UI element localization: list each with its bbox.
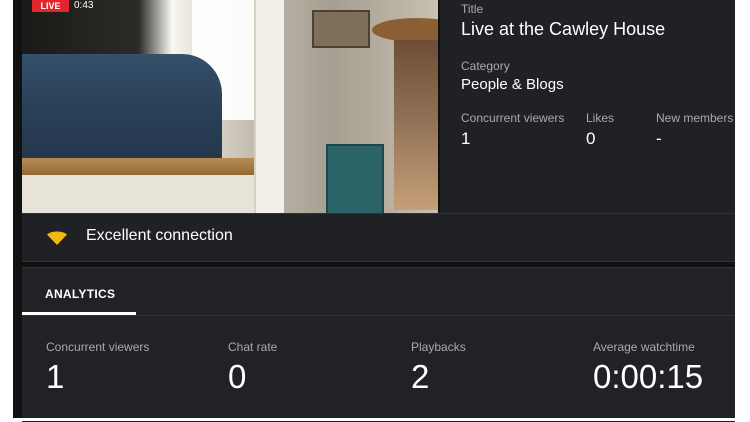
metric-value: 0 <box>228 358 247 395</box>
likes-value: 0 <box>586 129 596 148</box>
wifi-icon <box>47 231 67 245</box>
metric-label: Concurrent viewers <box>46 340 150 354</box>
video-preview[interactable] <box>22 0 438 213</box>
wood-tower <box>394 40 438 210</box>
person-legs <box>22 54 222 160</box>
metric-label: Average watchtime <box>593 340 695 354</box>
analytics-panel: ANALYTICS Concurrent viewers 1 Chat rate… <box>22 267 735 422</box>
stream-timer: 0:43 <box>74 0 94 11</box>
title-label: Title <box>461 2 484 16</box>
live-badge: LIVE <box>32 0 69 12</box>
title-value: Live at the Cawley House <box>461 19 666 39</box>
white-step <box>22 175 272 213</box>
new-members-value: - <box>656 129 662 148</box>
door-frame <box>254 0 284 213</box>
stream-details-panel: Title Live at the Cawley House Category … <box>440 0 735 213</box>
metric-label: Playbacks <box>411 340 466 354</box>
metric-value: 1 <box>46 358 65 395</box>
tab-analytics-label: ANALYTICS <box>45 287 116 301</box>
metric-label: Chat rate <box>228 340 278 354</box>
analytics-divider <box>22 315 735 316</box>
metric-value: 2 <box>411 358 430 395</box>
tab-analytics[interactable]: ANALYTICS <box>22 268 136 315</box>
category-label: Category <box>461 59 510 73</box>
new-members-label: New members <box>656 111 734 125</box>
concurrent-viewers-value: 1 <box>461 129 471 148</box>
likes-label: Likes <box>586 111 615 125</box>
category-value: People & Blogs <box>461 76 564 93</box>
metric-value: 0:00:15 <box>593 358 704 395</box>
concurrent-viewers-label: Concurrent viewers <box>461 111 565 125</box>
teal-box <box>326 144 384 213</box>
metric-playbacks: Playbacks 2 <box>411 340 466 396</box>
connection-status-text: Excellent connection <box>86 227 233 244</box>
left-margin <box>0 0 10 421</box>
metric-average-watchtime: Average watchtime 0:00:15 <box>593 340 703 396</box>
metric-concurrent-viewers: Concurrent viewers 1 <box>46 340 149 396</box>
metric-chat-rate: Chat rate 0 <box>228 340 277 396</box>
wall-picture <box>312 10 370 48</box>
connection-status-bar: Excellent connection <box>22 213 735 262</box>
